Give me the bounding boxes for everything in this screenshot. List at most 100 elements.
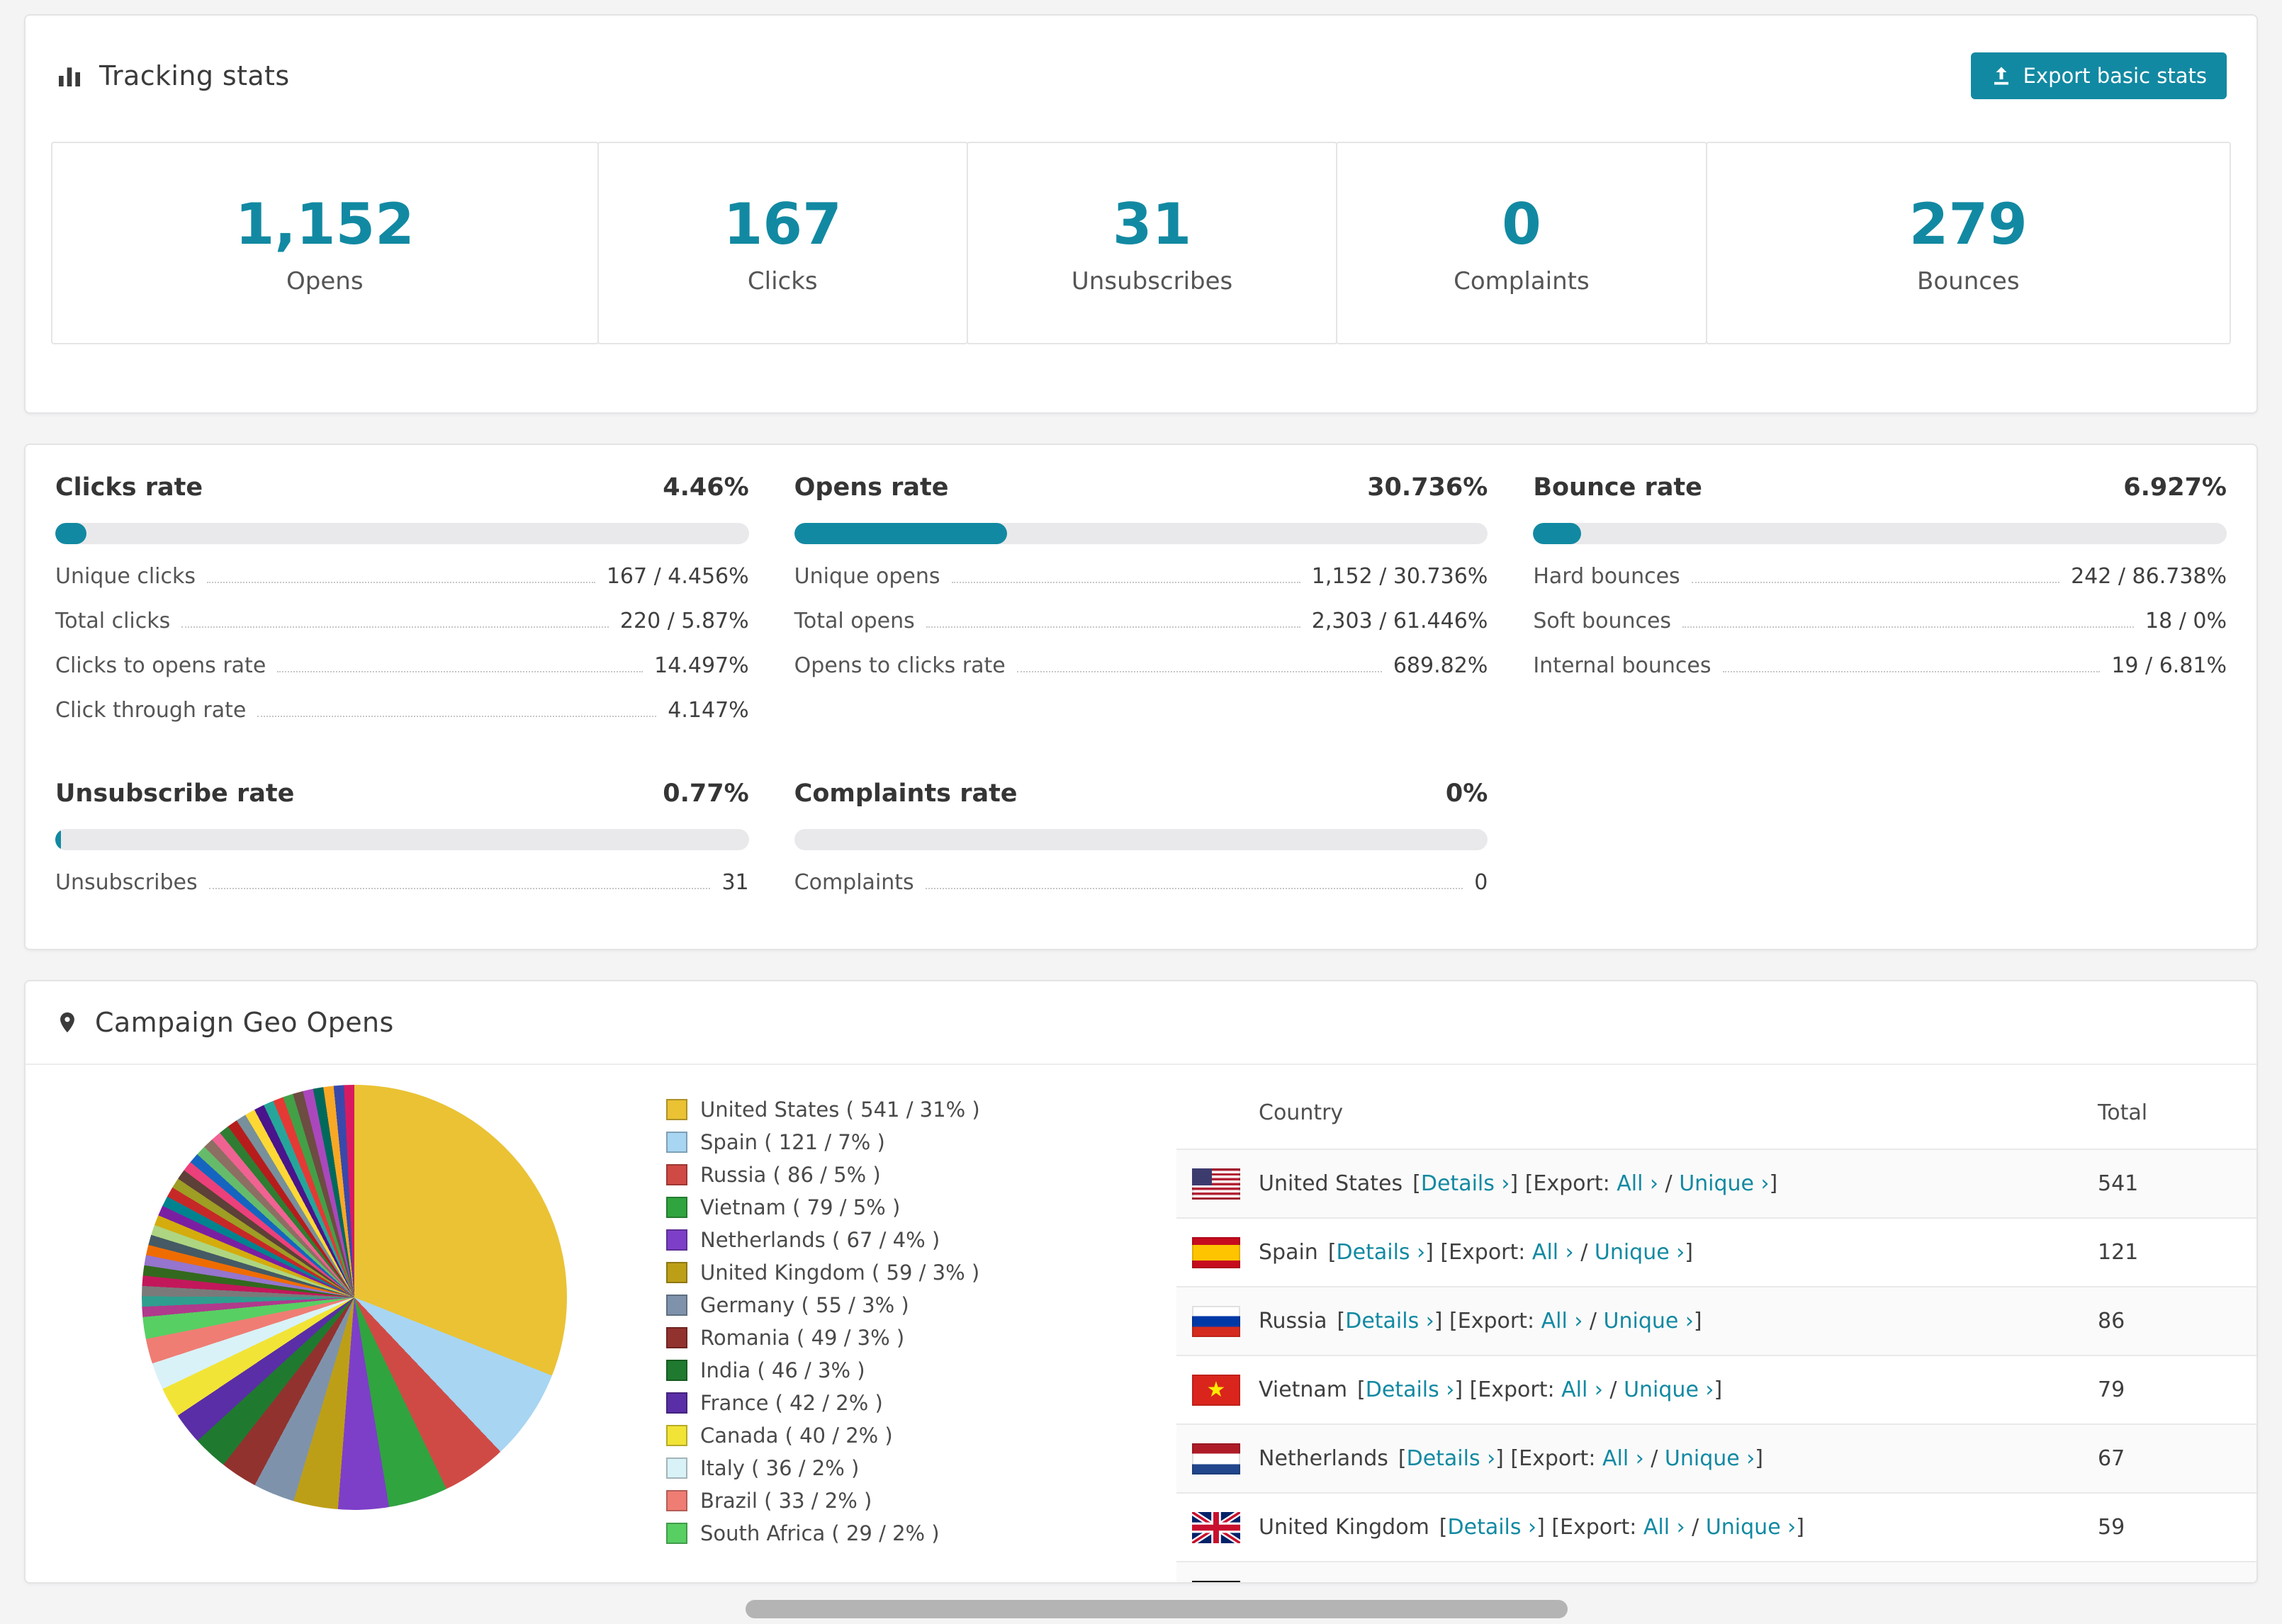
dotted-leader <box>207 582 595 583</box>
rate-detail-row: Unsubscribes 31 <box>55 870 749 895</box>
stat-box-bounces: 279 Bounces <box>1705 142 2232 344</box>
legend-label: Netherlands ( 67 / 4% ) <box>700 1228 940 1252</box>
export-unique-link[interactable]: Unique › <box>1665 1446 1755 1471</box>
slash: / <box>1609 1377 1617 1402</box>
country-links: [Details ›] [Export: All › / Unique ›] <box>1439 1515 1804 1540</box>
rate-detail-value: 2,303 / 61.446% <box>1311 609 1488 633</box>
stat-label: Bounces <box>1917 266 2020 295</box>
legend-item-india[interactable]: India ( 46 / 3% ) <box>666 1354 1077 1387</box>
legend-swatch <box>666 1490 687 1511</box>
legend-item-russia[interactable]: Russia ( 86 / 5% ) <box>666 1158 1077 1191</box>
country-links: [Details ›] [Export: All › / Unique ›] <box>1398 1446 1763 1471</box>
stat-value: 0 <box>1502 191 1541 257</box>
country-name: Spain <box>1259 1240 1318 1265</box>
flag-united-kingdom-icon <box>1192 1511 1240 1543</box>
export-label: [Export: <box>1440 1240 1526 1265</box>
export-unique-link[interactable]: Unique › <box>1679 1171 1769 1196</box>
legend-swatch <box>666 1164 687 1185</box>
legend-item-south-africa[interactable]: South Africa ( 29 / 2% ) <box>666 1517 1077 1550</box>
geo-table-row-united-states: United States [Details ›] [Export: All ›… <box>1176 1150 2256 1219</box>
legend-label: Germany ( 55 / 3% ) <box>700 1293 909 1317</box>
legend-swatch <box>666 1197 687 1218</box>
bracket: [ <box>1398 1446 1407 1471</box>
legend-label: Russia ( 86 / 5% ) <box>700 1163 881 1187</box>
export-label: [Export: <box>1524 1171 1610 1196</box>
geo-pie-chart <box>142 1085 567 1510</box>
slash: / <box>1651 1446 1658 1471</box>
slash: / <box>1589 1309 1597 1333</box>
details-link[interactable]: Details › <box>1407 1446 1496 1471</box>
legend-swatch <box>666 1425 687 1446</box>
rate-block-opens-rate: Opens rate 30.736% Unique opens 1,152 / … <box>794 473 1488 723</box>
progress-fill <box>1533 523 1582 544</box>
details-link[interactable]: Details › <box>1366 1377 1455 1402</box>
legend-swatch <box>666 1360 687 1381</box>
legend-item-spain[interactable]: Spain ( 121 / 7% ) <box>666 1126 1077 1158</box>
legend-label: Vietnam ( 79 / 5% ) <box>700 1195 901 1219</box>
export-label: [Export: <box>1449 1309 1535 1333</box>
legend-item-netherlands[interactable]: Netherlands ( 67 / 4% ) <box>666 1224 1077 1256</box>
rate-detail-value: 18 / 0% <box>2145 609 2227 633</box>
export-all-link[interactable]: All › <box>1643 1515 1685 1540</box>
legend-item-united-kingdom[interactable]: United Kingdom ( 59 / 3% ) <box>666 1256 1077 1289</box>
details-link[interactable]: Details › <box>1421 1171 1510 1196</box>
rate-detail-label: Unique opens <box>794 564 940 589</box>
export-all-link[interactable]: All › <box>1617 1171 1658 1196</box>
legend-label: Canada ( 40 / 2% ) <box>700 1423 893 1448</box>
stat-box-opens: 1,152 Opens <box>51 142 599 344</box>
geo-table-row-vietnam: ★ Vietnam [Details ›] [Export: All › / U… <box>1176 1356 2256 1425</box>
export-button-label: Export basic stats <box>2023 64 2207 88</box>
country-cell: Germany [Details ›] [Export: All › / Uni… <box>1192 1580 2098 1582</box>
rate-title: Opens rate <box>794 473 949 502</box>
export-unique-link[interactable]: Unique › <box>1604 1309 1694 1333</box>
details-link[interactable]: Details › <box>1337 1240 1426 1265</box>
legend-swatch <box>666 1523 687 1544</box>
rate-detail-value: 689.82% <box>1393 653 1488 678</box>
country-total: 541 <box>2098 1171 2139 1196</box>
export-basic-stats-button[interactable]: Export basic stats <box>1970 52 2227 99</box>
dotted-leader <box>208 888 711 889</box>
flag-spain-icon <box>1192 1236 1240 1268</box>
rate-value: 0.77% <box>663 779 749 808</box>
country-cell: United Kingdom [Details ›] [Export: All … <box>1192 1511 2098 1543</box>
rate-detail-row: Complaints 0 <box>794 870 1488 895</box>
legend-item-vietnam[interactable]: Vietnam ( 79 / 5% ) <box>666 1191 1077 1224</box>
country-links: [Details ›] [Export: All › / Unique ›] <box>1328 1240 1693 1265</box>
export-unique-link[interactable]: Unique › <box>1624 1377 1714 1402</box>
country-name: United Kingdom <box>1259 1515 1429 1540</box>
dotted-leader <box>1016 671 1382 672</box>
legend-item-italy[interactable]: Italy ( 36 / 2% ) <box>666 1452 1077 1484</box>
export-all-link[interactable]: All › <box>1532 1240 1574 1265</box>
legend-item-united-states[interactable]: United States ( 541 / 31% ) <box>666 1093 1077 1126</box>
horizontal-scrollbar-thumb[interactable] <box>746 1600 1568 1618</box>
campaign-geo-opens-card: Campaign Geo Opens United States ( 541 /… <box>24 980 2258 1584</box>
legend-item-germany[interactable]: Germany ( 55 / 3% ) <box>666 1289 1077 1321</box>
rate-head: Complaints rate 0% <box>794 779 1488 808</box>
geo-table-body: United States [Details ›] [Export: All ›… <box>1176 1150 2256 1582</box>
tracking-stats-card: Tracking stats Export basic stats 1,152 … <box>24 14 2258 414</box>
export-all-link[interactable]: All › <box>1602 1446 1644 1471</box>
rate-detail-row: Unique opens 1,152 / 30.736% <box>794 564 1488 589</box>
details-link[interactable]: Details › <box>1448 1515 1537 1540</box>
export-all-link[interactable]: All › <box>1561 1377 1603 1402</box>
rate-detail-value: 31 <box>721 870 749 895</box>
legend-item-canada[interactable]: Canada ( 40 / 2% ) <box>666 1419 1077 1452</box>
export-unique-link[interactable]: Unique › <box>1595 1240 1685 1265</box>
country-name: Vietnam <box>1259 1377 1348 1402</box>
legend-item-brazil[interactable]: Brazil ( 33 / 2% ) <box>666 1484 1077 1517</box>
export-all-link[interactable]: All › <box>1541 1309 1583 1333</box>
rate-detail-row: Click through rate 4.147% <box>55 698 749 723</box>
slash: / <box>1665 1171 1673 1196</box>
bracket: ] <box>1536 1515 1545 1540</box>
stat-box-complaints: 0 Complaints <box>1336 142 1707 344</box>
bracket: [ <box>1337 1309 1346 1333</box>
legend-item-france[interactable]: France ( 42 / 2% ) <box>666 1387 1077 1419</box>
country-cell: Netherlands [Details ›] [Export: All › /… <box>1192 1443 2098 1474</box>
stat-value: 31 <box>1112 191 1192 257</box>
geo-legend: United States ( 541 / 31% ) Spain ( 121 … <box>666 1093 1077 1550</box>
export-unique-link[interactable]: Unique › <box>1706 1515 1796 1540</box>
rate-block-unsubscribe-rate: Unsubscribe rate 0.77% Unsubscribes 31 <box>55 779 749 895</box>
legend-item-romania[interactable]: Romania ( 49 / 3% ) <box>666 1321 1077 1354</box>
details-link[interactable]: Details › <box>1345 1309 1434 1333</box>
progress-track <box>55 523 749 544</box>
